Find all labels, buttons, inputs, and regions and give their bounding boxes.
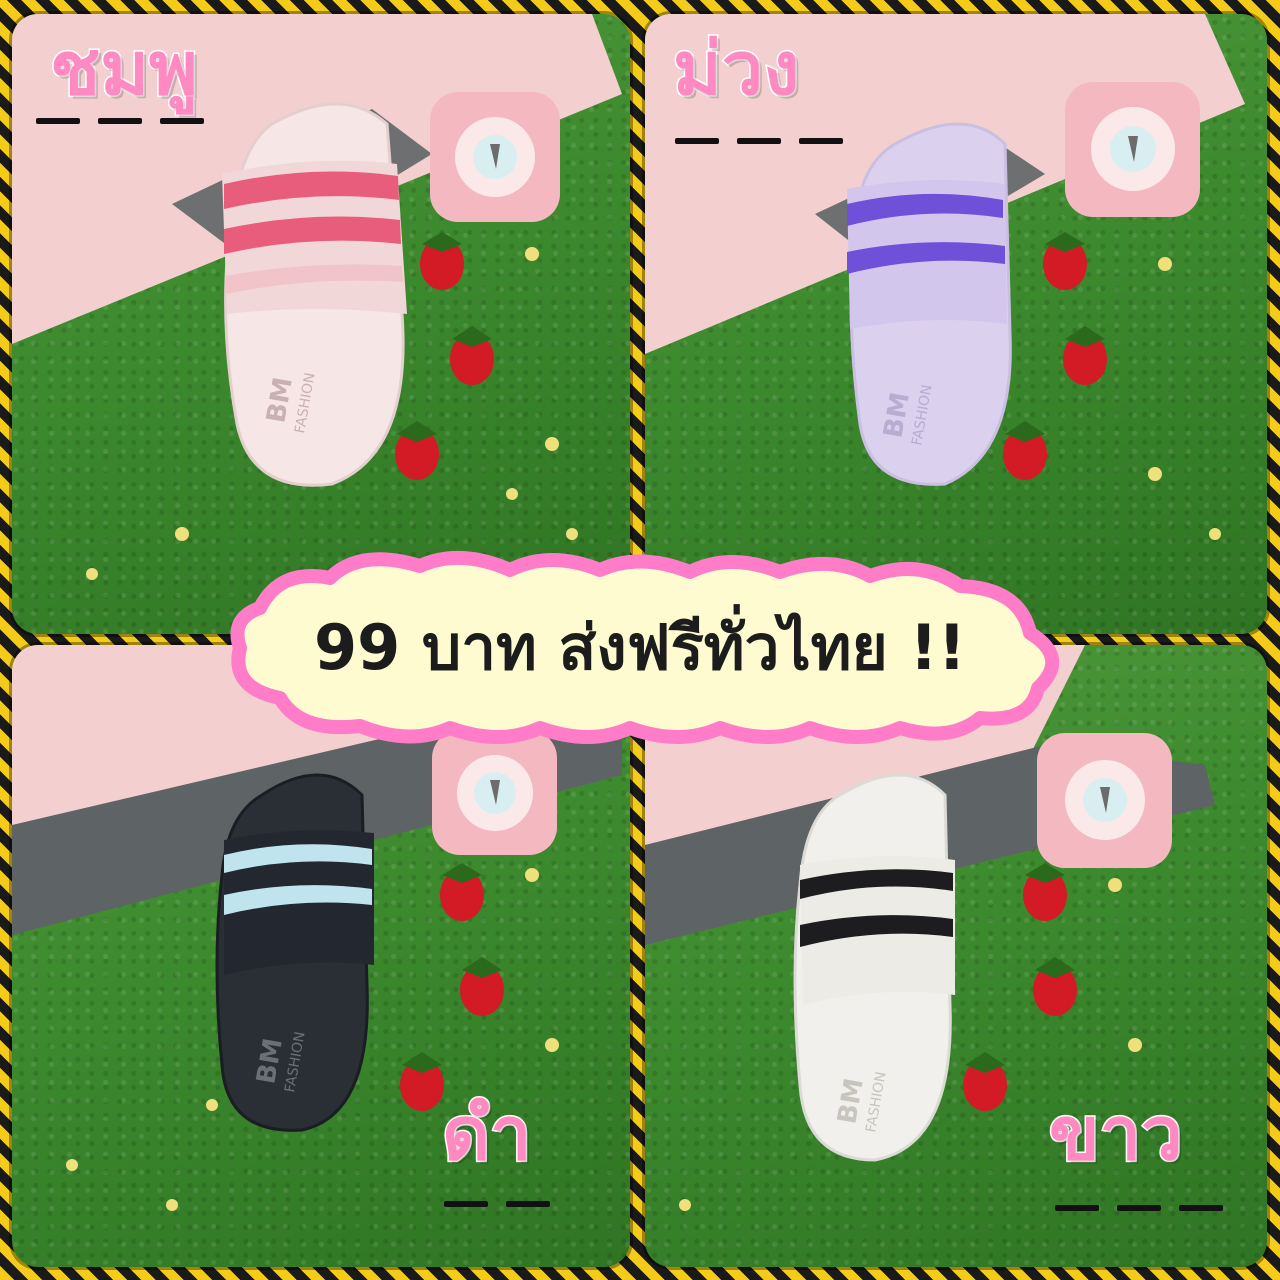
purple-slipper: BM FASHION <box>847 122 1012 486</box>
pink-camera-printer <box>430 92 560 222</box>
color-label-black: ดำ <box>441 1091 534 1177</box>
panel-purple: BM FASHION ม่วง <box>645 14 1267 634</box>
pink-camera-printer <box>1065 82 1200 217</box>
strawberry-decoration-group <box>395 232 494 480</box>
label-underline <box>36 118 204 124</box>
label-underline <box>444 1201 550 1207</box>
strawberry-decoration-group <box>400 863 504 1111</box>
color-label-purple: ม่วง <box>671 26 800 112</box>
pink-slipper: BM FASHION <box>222 102 407 487</box>
label-underline <box>675 138 843 144</box>
panel-pink: BM FASHION ชมพู <box>12 14 630 634</box>
promo-text: 99 บาท ส่งฟรีทั่วไทย !! <box>314 611 966 684</box>
pink-camera-printer <box>432 730 557 855</box>
pink-camera-printer <box>1037 733 1172 868</box>
promo-banner: 99 บาท ส่งฟรีทั่วไทย !! <box>190 548 1090 748</box>
white-slipper: BM FASHION <box>793 773 955 1162</box>
black-slipper: BM FASHION <box>215 773 374 1132</box>
strawberry-decoration-group <box>963 863 1077 1111</box>
color-label-white: ขาว <box>1048 1091 1185 1177</box>
color-label-pink: ชมพู <box>49 26 200 112</box>
strawberry-decoration-group <box>1003 232 1107 480</box>
label-underline <box>1055 1205 1223 1211</box>
